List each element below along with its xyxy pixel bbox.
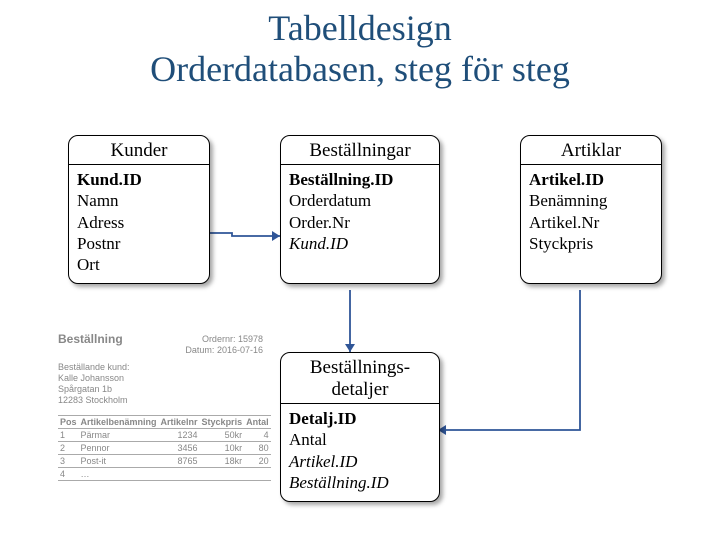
field: Detalj.ID — [289, 408, 431, 429]
title-line2: Orderdatabasen, steg för steg — [150, 49, 570, 89]
field: Beställning.ID — [289, 169, 431, 190]
table-title-artiklar: Artiklar — [521, 136, 661, 164]
field: Kund.ID — [289, 233, 431, 254]
table-title-kunder: Kunder — [69, 136, 209, 164]
table-title-bestallningar: Beställningar — [281, 136, 439, 164]
table-row: 3Post-it876518kr20 — [58, 454, 271, 467]
title-line1: Tabelldesign — [268, 8, 451, 48]
field: Ort — [77, 254, 201, 275]
form-table: Pos Artikelbenämning Artikelnr Styckpris… — [58, 415, 271, 481]
page-title: Tabelldesign Orderdatabasen, steg för st… — [0, 0, 720, 91]
table-title-detaljer: Beställnings- detaljer — [281, 353, 439, 403]
table-kunder: Kunder Kund.ID Namn Adress Postnr Ort — [68, 135, 210, 284]
table-row: 1Pärmar123450kr4 — [58, 428, 271, 441]
field: Namn — [77, 190, 201, 211]
table-row: 2Pennor345610kr80 — [58, 441, 271, 454]
field: Styckpris — [529, 233, 653, 254]
title-part: detaljer — [332, 379, 389, 400]
table-fields-detaljer: Detalj.ID Antal Artikel.ID Beställning.I… — [281, 403, 439, 501]
table-fields-kunder: Kund.ID Namn Adress Postnr Ort — [69, 164, 209, 283]
field: Benämning — [529, 190, 653, 211]
field: Postnr — [77, 233, 201, 254]
table-bestallningar: Beställningar Beställning.ID Orderdatum … — [280, 135, 440, 284]
field: Artikel.ID — [529, 169, 653, 190]
field: Adress — [77, 212, 201, 233]
field: Order.Nr — [289, 212, 431, 233]
field: Artikel.Nr — [529, 212, 653, 233]
table-row: 4… — [58, 467, 271, 480]
table-artiklar: Artiklar Artikel.ID Benämning Artikel.Nr… — [520, 135, 662, 284]
field: Orderdatum — [289, 190, 431, 211]
order-form-mock: Beställning Ordernr: 15978 Datum: 2016-0… — [58, 332, 263, 481]
table-fields-bestallningar: Beställning.ID Orderdatum Order.Nr Kund.… — [281, 164, 439, 283]
field: Beställning.ID — [289, 472, 431, 493]
title-part: Beställnings- — [310, 357, 410, 378]
form-address: Beställande kund: Kalle Johansson Spårga… — [58, 362, 263, 407]
table-detaljer: Beställnings- detaljer Detalj.ID Antal A… — [280, 352, 440, 502]
field: Artikel.ID — [289, 451, 431, 472]
table-fields-artiklar: Artikel.ID Benämning Artikel.Nr Styckpri… — [521, 164, 661, 283]
field: Kund.ID — [77, 169, 201, 190]
field: Antal — [289, 429, 431, 450]
